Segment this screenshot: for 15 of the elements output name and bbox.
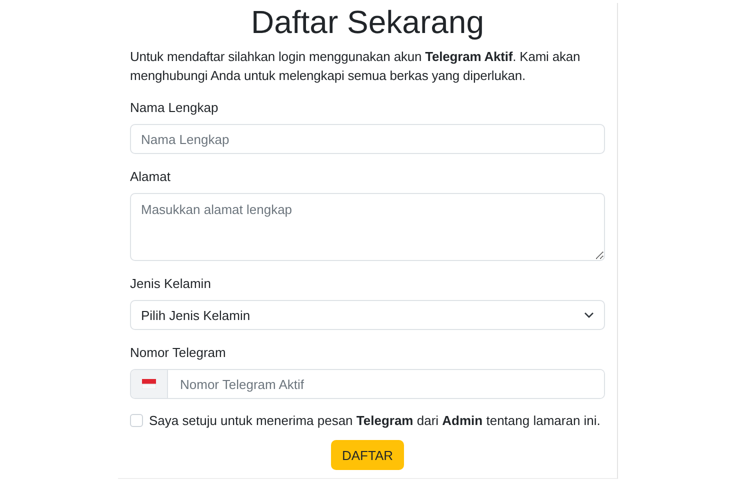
text-field[interactable]: Nama Lengkap [130,124,605,154]
field-label: Alamat [130,169,172,185]
consent-checkbox[interactable] [130,414,143,427]
field-label: Jenis Kelamin [130,276,212,292]
chevron-down-icon [584,312,594,318]
phone-field[interactable]: Nomor Telegram Aktif [130,369,605,399]
field-label: Nama Lengkap [130,100,220,116]
flag-icon [142,379,156,389]
field-label: Nomor Telegram [130,345,227,361]
page-title: Daftar Sekarang [250,3,485,41]
address-field[interactable]: Masukkan alamat lengkap [130,193,605,261]
gender-dropdown[interactable]: Pilih Jenis Kelamin [130,300,605,330]
submit-button[interactable]: DAFTAR [330,440,404,470]
consent-label: Saya setuju untuk menerima pesan Telegram dari Admin tentang lamaran ini. [149,413,600,428]
intro-text: Untuk mendaftar silahkan login menggunakan akun Telegram Aktif. Kami akan menghubungi Anda untuk melengkapi semua berkas yang diperlukan. [130,48,582,85]
